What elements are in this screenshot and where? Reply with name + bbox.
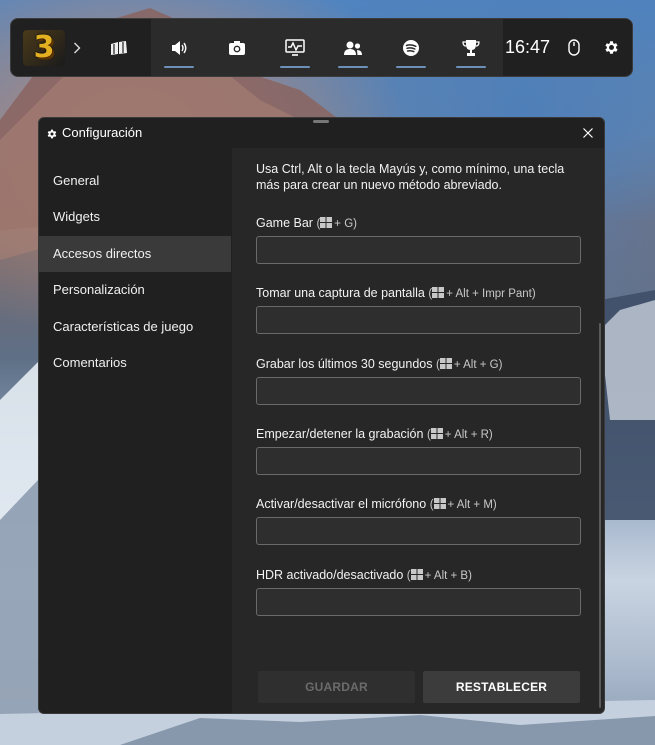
shortcut-input-start-stop-recording[interactable] bbox=[256, 447, 581, 475]
shortcut-input-game-bar[interactable] bbox=[256, 236, 581, 264]
close-button[interactable] bbox=[578, 123, 598, 143]
settings-sidebar: General Widgets Accesos directos Persona… bbox=[39, 148, 231, 713]
shortcut-input-toggle-microphone[interactable] bbox=[256, 517, 581, 545]
game-logo-text: 3 bbox=[33, 30, 55, 65]
reset-button[interactable]: RESTABLECER bbox=[423, 671, 580, 703]
achievements-icon[interactable] bbox=[453, 19, 489, 76]
window-title: Configuración bbox=[62, 125, 143, 140]
performance-icon[interactable] bbox=[277, 19, 313, 76]
sidebar-item-gaming-features[interactable]: Características de juego bbox=[39, 309, 231, 345]
gear-icon bbox=[46, 127, 58, 145]
achievements-active-indicator bbox=[456, 66, 486, 68]
close-icon bbox=[583, 128, 593, 138]
windows-key-icon bbox=[410, 569, 423, 583]
shortcut-name: Grabar los últimos 30 segundos bbox=[256, 357, 433, 371]
social-active-indicator bbox=[338, 66, 368, 68]
spotify-active-indicator bbox=[396, 66, 426, 68]
shortcut-label: HDR activado/desactivado (+ Alt + B) bbox=[256, 568, 472, 583]
shortcut-label: Grabar los últimos 30 segundos (+ Alt + … bbox=[256, 357, 502, 372]
game-logo[interactable]: 3 bbox=[23, 30, 65, 66]
game-bar: 3 16:47 bbox=[10, 18, 633, 77]
chevron-right-icon[interactable] bbox=[69, 19, 85, 76]
shortcut-label: Game Bar (+ G) bbox=[256, 216, 357, 231]
windows-key-icon bbox=[439, 358, 452, 372]
save-button[interactable]: GUARDAR bbox=[258, 671, 415, 703]
shortcuts-intro: Usa Ctrl, Alt o la tecla Mayús y, como m… bbox=[256, 162, 565, 192]
windows-key-icon bbox=[320, 217, 333, 231]
window-titlebar: Configuración bbox=[39, 118, 604, 148]
shortcut-combo: (+ Alt + Impr Pant) bbox=[428, 287, 536, 301]
shortcut-label: Activar/desactivar el micrófono (+ Alt +… bbox=[256, 497, 497, 512]
shortcut-combo: (+ Alt + B) bbox=[406, 569, 472, 583]
shortcut-combo: (+ Alt + M) bbox=[429, 498, 497, 512]
shortcut-input-record-last-30s[interactable] bbox=[256, 377, 581, 405]
shortcut-name: Tomar una captura de pantalla bbox=[256, 286, 425, 300]
shortcut-input-toggle-hdr[interactable] bbox=[256, 588, 581, 616]
scrollbar[interactable] bbox=[599, 323, 601, 708]
shortcut-combo: (+ Alt + G) bbox=[435, 358, 503, 372]
audio-active-indicator bbox=[164, 66, 194, 68]
shortcut-input-screenshot[interactable] bbox=[256, 306, 581, 334]
shortcut-name: Game Bar bbox=[256, 216, 313, 230]
shortcut-label: Empezar/detener la grabación (+ Alt + R) bbox=[256, 427, 493, 442]
shortcut-name: HDR activado/desactivado bbox=[256, 568, 404, 582]
sidebar-item-widgets[interactable]: Widgets bbox=[39, 199, 231, 235]
sidebar-item-general[interactable]: General bbox=[39, 163, 231, 199]
windows-key-icon bbox=[432, 287, 445, 301]
windows-key-icon bbox=[430, 428, 443, 442]
shortcut-combo: (+ G) bbox=[316, 217, 357, 231]
sidebar-item-shortcuts[interactable]: Accesos directos bbox=[39, 236, 231, 272]
spotify-icon[interactable] bbox=[393, 19, 429, 76]
sidebar-item-feedback[interactable]: Comentarios bbox=[39, 345, 231, 381]
performance-active-indicator bbox=[280, 66, 310, 68]
widget-bar bbox=[151, 19, 503, 76]
gear-icon[interactable] bbox=[597, 19, 625, 76]
mouse-icon[interactable] bbox=[561, 19, 587, 76]
settings-window: Configuración General Widgets Accesos di… bbox=[38, 117, 605, 714]
sidebar-item-personalization[interactable]: Personalización bbox=[39, 272, 231, 308]
audio-icon[interactable] bbox=[161, 19, 197, 76]
capture-icon[interactable] bbox=[219, 19, 255, 76]
shortcut-label: Tomar una captura de pantalla (+ Alt + I… bbox=[256, 286, 536, 301]
shortcut-name: Activar/desactivar el micrófono bbox=[256, 497, 427, 511]
shortcut-name: Empezar/detener la grabación bbox=[256, 427, 424, 441]
shortcut-combo: (+ Alt + R) bbox=[426, 428, 493, 442]
xbox-social-icon[interactable] bbox=[335, 19, 371, 76]
windows-key-icon bbox=[433, 498, 446, 512]
clock-time: 16:47 bbox=[505, 37, 551, 57]
widget-menu-icon[interactable] bbox=[101, 19, 137, 76]
shortcuts-panel: Usa Ctrl, Alt o la tecla Mayús y, como m… bbox=[232, 148, 604, 713]
